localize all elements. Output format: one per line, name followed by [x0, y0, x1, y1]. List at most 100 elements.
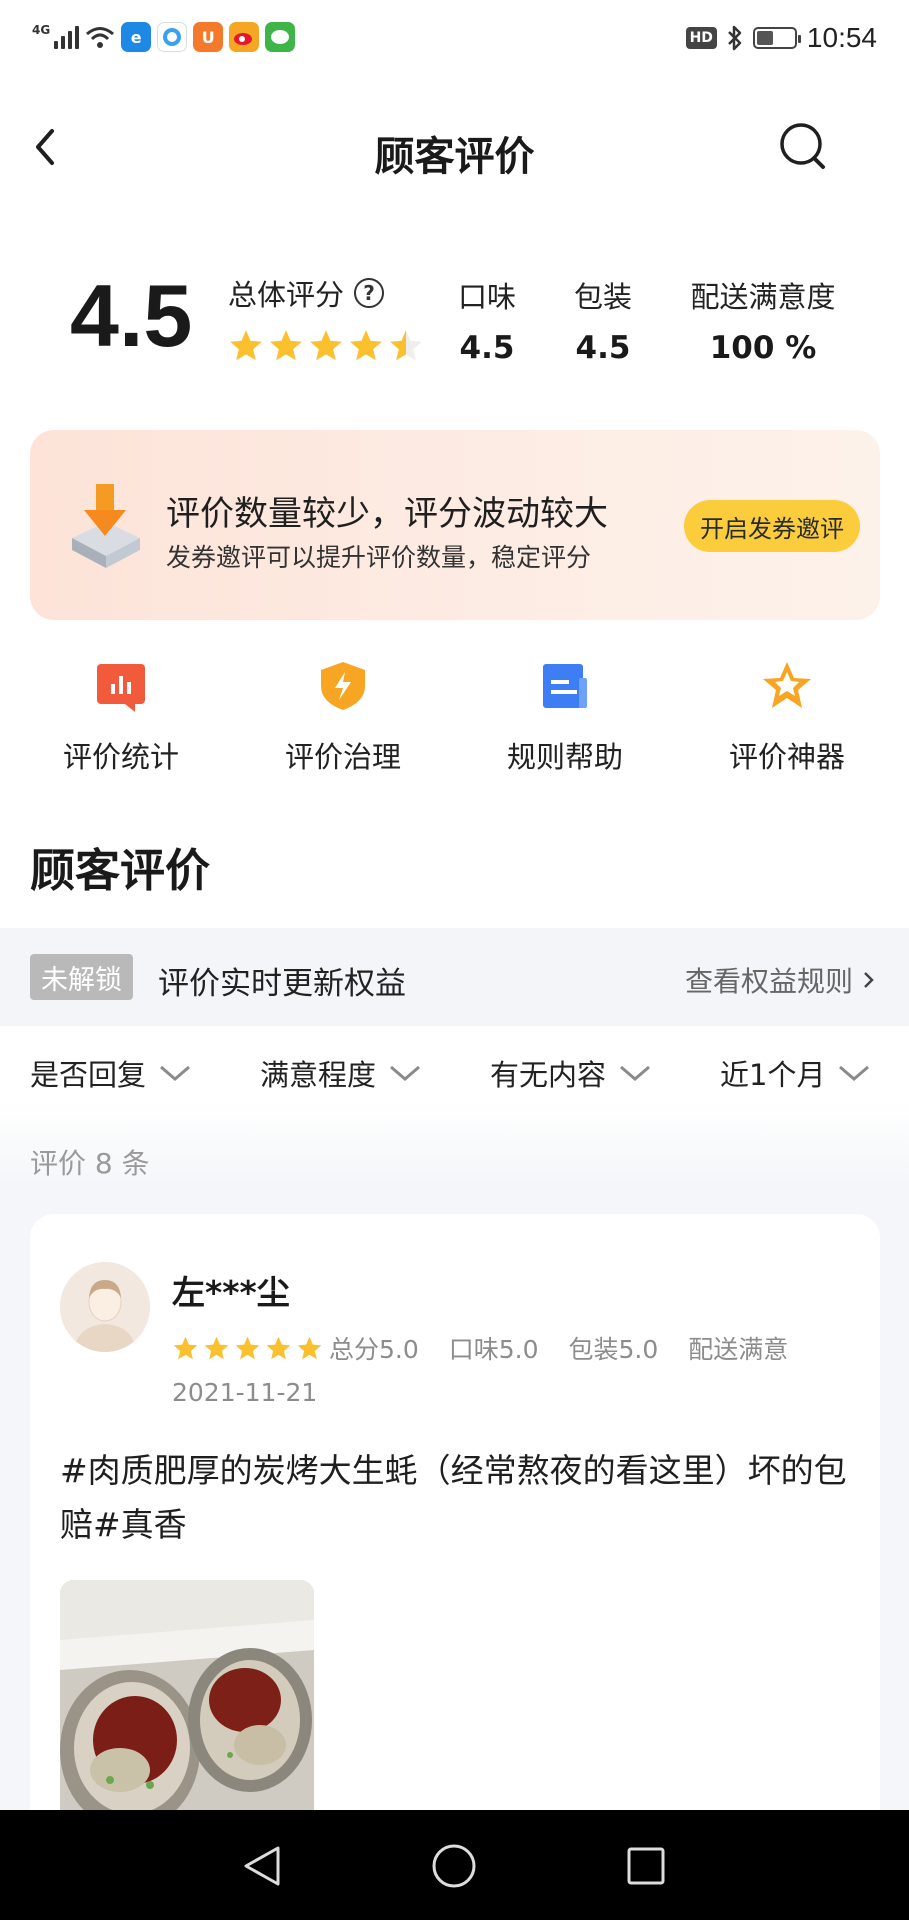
rights-strip: 未解锁 评价实时更新权益 查看权益规则: [0, 928, 909, 1026]
help-icon[interactable]: ?: [354, 278, 385, 308]
review-packaging: 包装5.0: [568, 1335, 659, 1364]
network-type: 4G: [32, 23, 51, 37]
oyster-photo: [60, 1580, 314, 1834]
weibo-icon: [229, 22, 260, 52]
bar-chart-icon: [97, 664, 145, 712]
section-title: 顾客评价: [30, 844, 211, 897]
invite-review-banner: 评价数量较少，评分波动较大 发券邀评可以提升评价数量，稳定评分 开启发券邀评: [30, 430, 880, 620]
filter-reply[interactable]: 是否回复: [30, 1052, 192, 1094]
status-bar: 4G e U HD 10:54: [0, 0, 909, 78]
overall-label-row: 总体评分 ?: [228, 272, 424, 314]
system-navigation-bar: [0, 1810, 909, 1920]
shield-icon: [321, 662, 365, 710]
qq-browser-icon: [157, 22, 188, 52]
system-back-button[interactable]: [234, 1838, 290, 1894]
star-icon: [266, 1336, 291, 1359]
score-summary: 4.5 总体评分 ? 口味 4.5 包装 4.5 配送满意度 100 %: [0, 262, 909, 382]
enable-coupon-invite-button[interactable]: 开启发券邀评: [684, 500, 860, 552]
review-text: #肉质肥厚的炭烤大生蚝（经常熬夜的看这里）坏的包赔#真香: [60, 1451, 847, 1544]
chevron-down-icon: [839, 1065, 870, 1081]
tool-label: 评价治理: [284, 740, 401, 774]
filter-label: 有无内容: [490, 1058, 607, 1092]
star-icon: [173, 1336, 198, 1359]
taste-label: 口味: [457, 280, 516, 314]
taste-score: 口味 4.5: [452, 274, 522, 366]
overall-rating: 总体评分 ?: [228, 272, 424, 364]
wifi-icon: [86, 27, 115, 48]
star-icon: [270, 330, 302, 361]
overall-score: 4.5: [70, 266, 193, 365]
uc-browser-icon: U: [193, 22, 224, 52]
packaging-label: 包装: [573, 280, 632, 314]
system-recents-button[interactable]: [618, 1838, 674, 1894]
star-icon: [763, 662, 811, 708]
chevron-down-icon: [390, 1065, 420, 1081]
banner-subtitle: 发券邀评可以提升评价数量，稳定评分: [166, 543, 592, 572]
banner-title: 评价数量较少，评分波动较大: [166, 494, 608, 534]
overall-stars: [228, 328, 424, 364]
delivery-label: 配送满意度: [690, 280, 836, 314]
search-button[interactable]: [779, 122, 829, 172]
reviewer-name: 左***尘: [172, 1273, 290, 1312]
review-taste: 口味5.0: [448, 1335, 539, 1364]
review-card: 左***尘 总分5.0 口味5.0 包装5.0 配送满意 2021-11-21 …: [30, 1214, 880, 1834]
packaging-value: 4.5: [575, 330, 631, 366]
filter-label: 近1个月: [720, 1058, 826, 1092]
star-icon: [230, 330, 262, 361]
download-box-icon: [72, 484, 140, 568]
tool-review-governance[interactable]: 评价治理: [263, 660, 423, 776]
star-icon: [235, 1336, 260, 1359]
battery-icon: [752, 27, 801, 49]
tool-label: 评价统计: [62, 740, 179, 774]
packaging-score: 包装 4.5: [568, 274, 638, 366]
review-total: 总分5.0: [329, 1335, 419, 1364]
circle-home-icon: [432, 1844, 476, 1888]
user-avatar-icon: [60, 1262, 150, 1352]
avatar: [60, 1262, 150, 1352]
view-rights-rules-link[interactable]: 查看权益规则: [685, 960, 875, 1000]
review-delivery: 配送满意: [688, 1335, 789, 1364]
filter-content[interactable]: 有无内容: [490, 1052, 652, 1094]
nav-bar: 顾客评价: [0, 110, 909, 184]
review-date: 2021-11-21: [172, 1378, 318, 1407]
page-title: 顾客评价: [374, 134, 535, 180]
search-icon: [780, 123, 825, 169]
document-icon: [543, 664, 587, 708]
clock: 10:54: [806, 22, 877, 53]
star-icon: [390, 330, 422, 361]
delivery-score: 配送满意度 100 %: [686, 274, 840, 366]
square-recents-icon: [627, 1847, 665, 1885]
tool-label: 规则帮助: [506, 740, 623, 774]
locked-badge: 未解锁: [30, 954, 133, 1000]
status-left: 4G e U: [32, 22, 296, 52]
chevron-down-icon: [620, 1065, 650, 1081]
filter-period[interactable]: 近1个月: [720, 1052, 871, 1094]
review-count: 评价 8 条: [30, 1147, 150, 1180]
star-icon: [350, 330, 382, 361]
wechat-like-icon: [265, 22, 296, 52]
filter-label: 是否回复: [30, 1058, 147, 1092]
system-home-button[interactable]: [426, 1838, 482, 1894]
tool-review-booster[interactable]: 评价神器: [707, 660, 867, 776]
filter-bar: 是否回复 满意程度 有无内容 近1个月: [0, 1052, 909, 1102]
star-icon: [297, 1336, 322, 1359]
chevron-down-icon: [160, 1065, 190, 1081]
blue-app-icon: e: [121, 22, 152, 52]
rights-link-label: 查看权益规则: [684, 965, 853, 998]
review-rating-row: 总分5.0 口味5.0 包装5.0 配送满意: [172, 1330, 852, 1366]
bluetooth-icon: [728, 25, 742, 51]
review-stars: [172, 1335, 323, 1362]
review-photo[interactable]: [60, 1580, 314, 1834]
delivery-value: 100 %: [709, 330, 817, 366]
rights-text: 评价实时更新权益: [158, 966, 406, 1002]
filter-label: 满意程度: [260, 1058, 377, 1092]
filter-satisfaction[interactable]: 满意程度: [260, 1052, 422, 1094]
hd-badge: HD: [685, 27, 717, 49]
chevron-right-icon: [864, 972, 874, 988]
quick-tools: 评价统计 评价治理 规则帮助 评价神器: [0, 660, 909, 780]
tool-review-stats[interactable]: 评价统计: [41, 660, 201, 776]
tool-label: 评价神器: [728, 740, 845, 774]
status-right: HD 10:54: [685, 22, 877, 54]
tool-rules-help[interactable]: 规则帮助: [485, 660, 645, 776]
triangle-back-icon: [244, 1846, 280, 1886]
